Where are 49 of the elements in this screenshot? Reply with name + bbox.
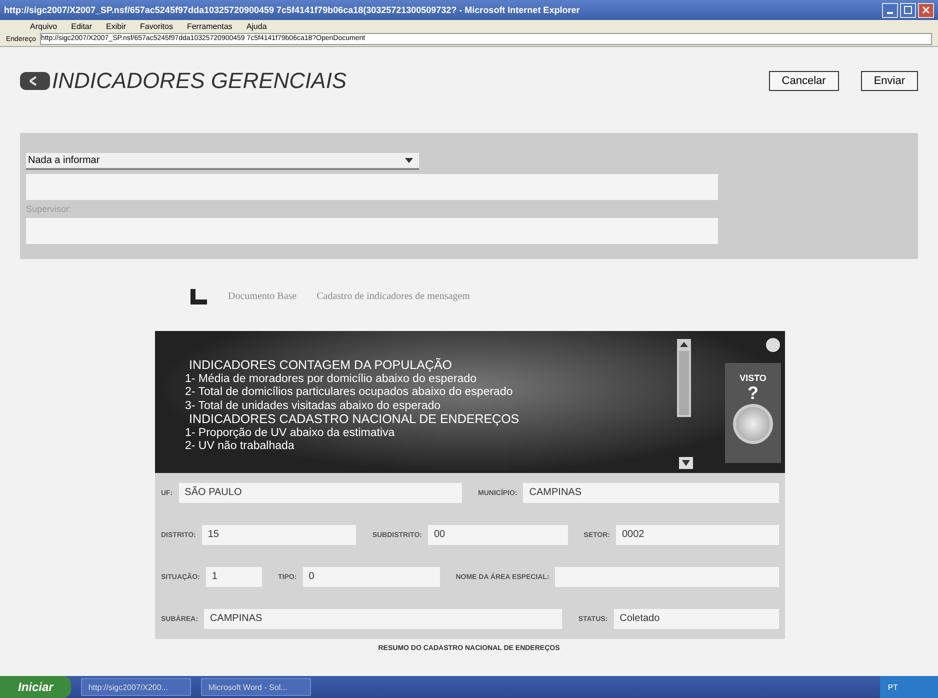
minimize-button[interactable] xyxy=(882,2,898,18)
menu-item[interactable]: Arquivo xyxy=(30,22,58,30)
input-field[interactable]: CAMPINAS xyxy=(523,483,779,503)
page-title: INDICADORES GERENCIAIS xyxy=(52,68,347,94)
taskbar-button[interactable]: http://sigc2007/X200... xyxy=(81,678,192,696)
indicator-text: 2- Total de domicílios particulares ocupados abaixo do esperado xyxy=(185,386,514,400)
start-button[interactable]: Iniciar xyxy=(0,676,72,698)
menu-item[interactable]: Exibir xyxy=(106,22,126,30)
menu-item[interactable]: Editar xyxy=(71,22,92,30)
maximize-button[interactable] xyxy=(900,2,916,18)
input-field[interactable]: CAMPINAS xyxy=(204,609,562,629)
maximize-icon xyxy=(904,6,912,14)
round-button[interactable] xyxy=(733,404,773,444)
close-icon xyxy=(922,6,930,14)
menu-item[interactable]: Ajuda xyxy=(246,22,267,30)
scroll-thumb[interactable] xyxy=(679,351,689,415)
indicator-text: 1- Proporção de UV abaixo da estimativa xyxy=(185,426,396,440)
logo-icon xyxy=(20,72,50,90)
input-field[interactable] xyxy=(555,567,779,587)
taskbar-button[interactable]: Microsoft Word - Sol... xyxy=(201,678,312,696)
menu-item[interactable]: Favoritos xyxy=(140,22,173,30)
input-field[interactable]: 0 xyxy=(302,567,440,587)
input-field[interactable]: 0002 xyxy=(616,525,779,545)
indicator-text: INDICADORES CADASTRO NACIONAL DE ENDEREÇOS xyxy=(188,413,520,426)
indicator-text: 2- UV não trabalhada xyxy=(185,440,296,454)
dropdown-arrow-icon xyxy=(405,158,413,163)
input-field[interactable] xyxy=(26,218,718,244)
input-field[interactable] xyxy=(26,174,718,200)
scroll-down-icon[interactable] xyxy=(679,457,693,469)
input-field[interactable]: 15 xyxy=(202,525,356,545)
indicator-text: 1- Média de moradores por domicílio abaixo do esperado xyxy=(185,372,478,386)
select-field[interactable]: Nada a informar xyxy=(26,153,419,170)
input-field[interactable]: 1 xyxy=(206,567,262,587)
scrollbar[interactable] xyxy=(677,339,691,417)
close-button[interactable] xyxy=(918,2,934,18)
indicator-text: 3- Total de unidades visitadas abaixo do esperado xyxy=(185,400,442,413)
input-field[interactable]: 00 xyxy=(428,525,568,545)
input-field[interactable]: SÃO PAULO xyxy=(178,483,462,503)
corner-icon xyxy=(190,287,208,305)
help-mark: ? xyxy=(748,383,758,404)
circle-icon xyxy=(765,337,781,353)
indicator-text: INDICADORES CONTAGEM DA POPULAÇÃO xyxy=(188,359,454,372)
action-button[interactable]: Enviar xyxy=(860,71,918,91)
action-button[interactable]: Cancelar xyxy=(768,71,839,91)
visto-label: VISTO xyxy=(740,373,766,383)
window-title: http://sigc2007/X2007_SP.nsf/657ac5245f97dda10325720900459 7c5f4141f79b06ca18(30325721300509732? - Microsoft Internet Explorer xyxy=(4,5,581,15)
input-field[interactable]: Coletado xyxy=(614,609,779,629)
language-indicator[interactable]: PT xyxy=(888,682,898,692)
menu-item[interactable]: Ferramentas xyxy=(186,22,232,30)
